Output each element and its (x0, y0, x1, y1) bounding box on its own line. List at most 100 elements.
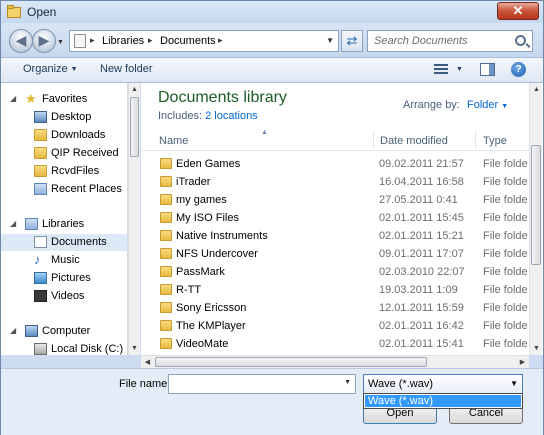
preview-pane-icon[interactable] (480, 63, 495, 76)
expander-icon[interactable]: ◢ (10, 326, 16, 335)
sidebar-item-favorites[interactable]: ◢ ★ Favorites (1, 91, 127, 108)
folder-icon (34, 129, 47, 141)
file-name: PassMark (176, 266, 225, 278)
scrollbar-thumb[interactable] (130, 97, 139, 157)
folder-icon (7, 5, 21, 18)
recent-locations-dropdown[interactable]: ▼ (57, 39, 64, 46)
sidebar-label: RcvdFiles (51, 165, 100, 177)
list-item[interactable]: VideoMate 02.01.2011 15:41 File folde (141, 335, 531, 353)
list-item[interactable]: The KMPlayer 02.01.2011 16:42 File folde (141, 317, 531, 335)
help-icon[interactable]: ? (511, 62, 526, 77)
column-divider[interactable] (475, 131, 476, 149)
list-item[interactable]: my games 27.05.2011 0:41 File folde (141, 191, 531, 209)
breadcrumb-separator[interactable]: ▸ (218, 35, 223, 46)
sidebar-item-recent-places[interactable]: Recent Places (1, 181, 127, 198)
sidebar-label: Libraries (42, 218, 85, 230)
list-item[interactable]: iTrader 16.04.2011 16:58 File folde (141, 173, 531, 191)
file-list-pane: Documents library Includes: 2 locations … (141, 83, 543, 355)
folder-icon (160, 284, 172, 295)
address-dropdown[interactable]: ▼ (326, 36, 334, 45)
file-date: 19.03.2011 1:09 (379, 284, 458, 296)
sidebar-item-qip-received[interactable]: QIP Received (1, 145, 127, 162)
arrow-right-icon: ▶ (38, 32, 50, 48)
arrow-left-icon: ◀ (15, 32, 27, 48)
file-list-horizontal-scrollbar[interactable]: ◀ ▶ (141, 355, 529, 368)
sidebar-item-rcvdfiles[interactable]: RcvdFiles (1, 163, 127, 180)
expander-icon[interactable]: ◢ (10, 94, 16, 103)
navigation-scrollbar[interactable]: ▲ ▼ (128, 83, 140, 355)
organize-button[interactable]: Organize ▼ (23, 63, 78, 75)
scroll-up-icon[interactable]: ▲ (129, 84, 140, 95)
scroll-right-icon[interactable]: ▶ (517, 357, 528, 368)
scrollbar-thumb[interactable] (155, 357, 427, 367)
arrange-by-dropdown[interactable]: Folder ▼ (467, 99, 508, 111)
column-name[interactable]: Name (159, 135, 188, 147)
file-type: File folde (483, 194, 528, 206)
file-name-input[interactable]: ▼ (168, 374, 356, 394)
refresh-button[interactable]: ⇄ (341, 30, 363, 52)
sidebar-item-pictures[interactable]: Pictures (1, 270, 127, 287)
list-item[interactable]: My ISO Files 02.01.2011 15:45 File folde (141, 209, 531, 227)
folder-icon (160, 176, 172, 187)
folder-icon (160, 320, 172, 331)
view-dropdown[interactable]: ▼ (456, 66, 463, 73)
sidebar-item-libraries[interactable]: ◢ Libraries (1, 216, 127, 233)
sidebar-item-computer[interactable]: ◢ Computer (1, 323, 127, 340)
breadcrumb-separator[interactable]: ▸ (90, 35, 95, 46)
column-date-modified[interactable]: Date modified (380, 135, 448, 147)
sidebar-item-documents[interactable]: Documents (1, 234, 127, 251)
expander-icon[interactable]: ◢ (10, 219, 16, 228)
scroll-down-icon[interactable]: ▼ (129, 343, 140, 354)
includes-link[interactable]: 2 locations (205, 110, 258, 122)
sidebar-item-desktop[interactable]: Desktop (1, 109, 127, 126)
breadcrumb-libraries[interactable]: Libraries (102, 35, 144, 47)
folder-icon (34, 165, 47, 177)
back-button[interactable]: ◀ (9, 29, 33, 53)
folder-icon (160, 338, 172, 349)
close-icon: ✕ (512, 3, 524, 18)
address-bar[interactable]: ▸ Libraries ▸ Documents ▸ ▼ (69, 30, 339, 52)
breadcrumb-documents[interactable]: Documents (160, 35, 216, 47)
dropdown-option[interactable]: Wave (*.wav) (365, 395, 521, 407)
close-button[interactable]: ✕ (497, 2, 539, 20)
navigation-bar: ◀ ▶ ▼ ▸ Libraries ▸ Documents ▸ ▼ ⇄ Sear… (1, 23, 543, 57)
search-input[interactable]: Search Documents (374, 35, 468, 47)
desktop-icon (34, 111, 47, 123)
scroll-down-icon[interactable]: ▼ (531, 343, 542, 354)
list-item[interactable]: Native Instruments 02.01.2011 15:21 File… (141, 227, 531, 245)
library-title: Documents library (158, 89, 287, 106)
view-icon[interactable] (434, 64, 448, 76)
list-item[interactable]: R-TT 19.03.2011 1:09 File folde (141, 281, 531, 299)
sidebar-item-local-disk[interactable]: Local Disk (C:) (1, 341, 127, 355)
file-list-vertical-scrollbar[interactable]: ▲ ▼ (529, 83, 542, 355)
list-item[interactable]: PassMark 02.03.2010 22:07 File folde (141, 263, 531, 281)
sidebar-label: Recent Places (51, 183, 122, 195)
file-date: 09.02.2011 21:57 (379, 158, 464, 170)
file-date: 02.01.2011 15:41 (379, 338, 464, 350)
file-type: File folde (483, 158, 528, 170)
sidebar-item-music[interactable]: ♪ Music (1, 252, 127, 269)
list-item[interactable]: NFS Undercover 09.01.2011 17:07 File fol… (141, 245, 531, 263)
forward-button[interactable]: ▶ (32, 29, 56, 53)
sidebar-label: Desktop (51, 111, 92, 123)
search-box[interactable]: Search Documents (367, 30, 533, 52)
navigation-pane: ◢ ★ Favorites Desktop Downloads QIP Rece… (1, 83, 128, 355)
new-folder-button[interactable]: New folder (100, 63, 153, 75)
chevron-down-icon[interactable]: ▼ (344, 379, 351, 386)
file-type: File folde (483, 176, 528, 188)
list-item[interactable]: Eden Games 09.02.2011 21:57 File folde (141, 155, 531, 173)
breadcrumb-separator[interactable]: ▸ (148, 35, 153, 46)
file-name: Native Instruments (176, 230, 268, 242)
column-divider[interactable] (373, 131, 374, 149)
column-type[interactable]: Type (483, 135, 507, 147)
title-bar: Open ✕ (1, 1, 543, 23)
scroll-left-icon[interactable]: ◀ (142, 357, 153, 368)
sidebar-item-videos[interactable]: Videos (1, 288, 127, 305)
list-item[interactable]: Sony Ericsson 12.01.2011 15:59 File fold… (141, 299, 531, 317)
file-date: 02.01.2011 16:42 (379, 320, 464, 332)
scroll-up-icon[interactable]: ▲ (531, 84, 542, 95)
open-dialog: Open ✕ ◀ ▶ ▼ ▸ Libraries ▸ Documents ▸ ▼… (0, 0, 544, 435)
sidebar-item-downloads[interactable]: Downloads (1, 127, 127, 144)
scrollbar-thumb[interactable] (531, 145, 541, 265)
file-type-select[interactable]: Wave (*.wav) ▼ (363, 374, 523, 394)
